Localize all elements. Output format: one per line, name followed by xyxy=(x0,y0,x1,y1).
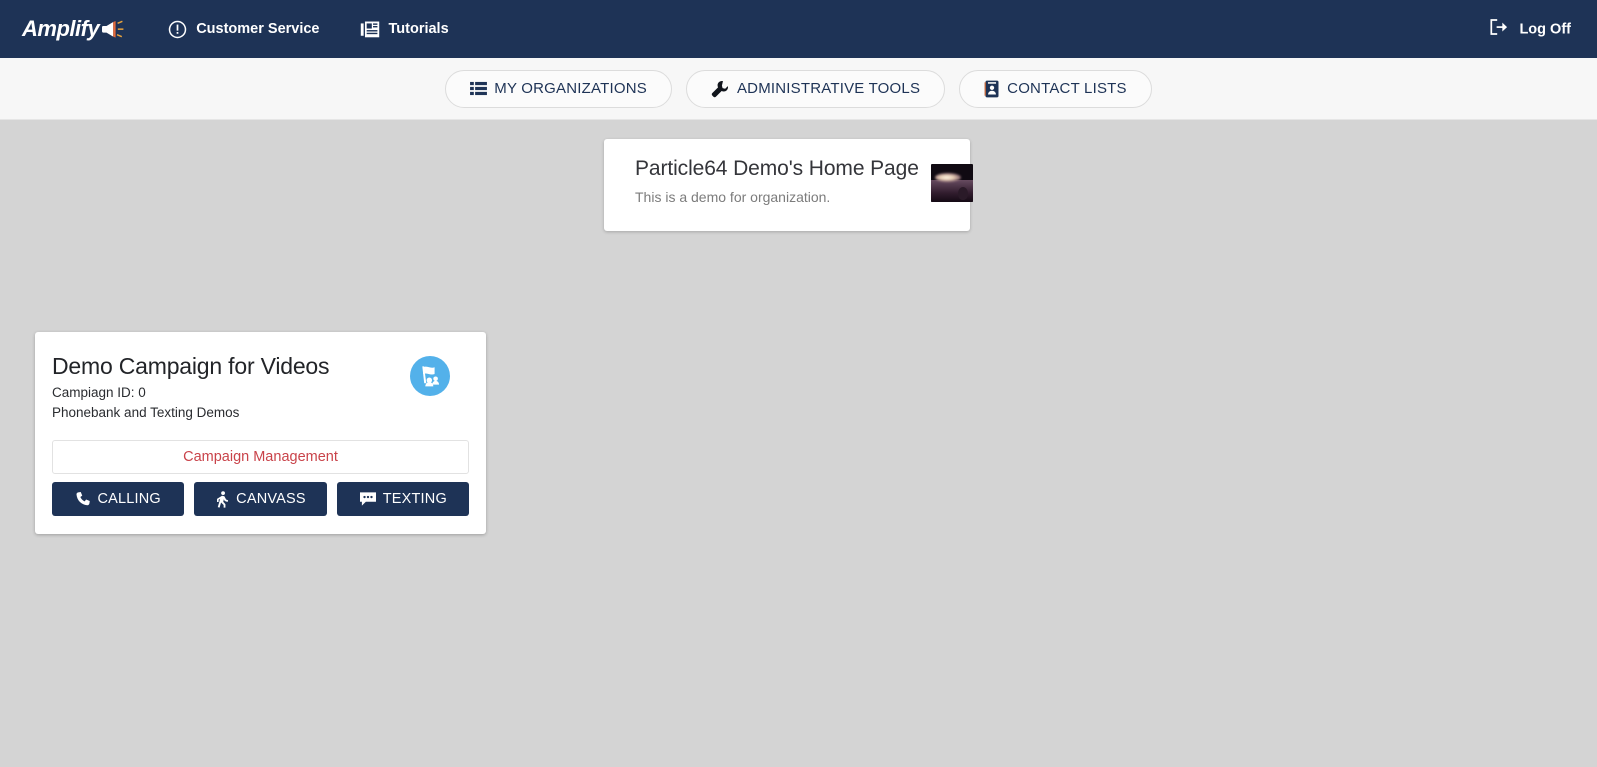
campaign-card-text: Demo Campaign for Videos Campiagn ID: 0 … xyxy=(52,352,330,420)
secondary-navigation: MY ORGANIZATIONS ADMINISTRATIVE TOOLS CO… xyxy=(0,58,1597,120)
organization-title: Particle64 Demo's Home Page xyxy=(635,157,919,180)
logoff-button[interactable]: Log Off xyxy=(1489,18,1571,41)
nav-label: CONTACT LISTS xyxy=(1007,80,1127,97)
topnav-tutorials[interactable]: Tutorials xyxy=(360,20,449,39)
topnav-customer-service[interactable]: Customer Service xyxy=(168,20,320,39)
logoff-label: Log Off xyxy=(1519,21,1571,37)
nav-contact-lists[interactable]: CONTACT LISTS xyxy=(959,69,1152,108)
action-label: CANVASS xyxy=(236,491,306,508)
campaign-management-button[interactable]: Campaign Management xyxy=(52,440,469,475)
campaign-title: Demo Campaign for Videos xyxy=(52,353,330,379)
organization-card[interactable]: Particle64 Demo's Home Page This is a de… xyxy=(604,139,973,231)
id-card-icon xyxy=(984,80,1000,98)
logo-text: Amplify xyxy=(22,16,100,41)
nav-my-organizations[interactable]: MY ORGANIZATIONS xyxy=(445,69,672,108)
canvass-button[interactable]: CANVASS xyxy=(194,482,327,517)
campaign-action-row: CALLING CANVASS TEXTING xyxy=(52,482,469,517)
action-label: CALLING xyxy=(97,491,161,508)
megaphone-icon xyxy=(100,19,126,39)
walking-person-icon xyxy=(215,491,230,508)
nav-label: MY ORGANIZATIONS xyxy=(494,80,647,97)
amplify-logo[interactable]: Amplify xyxy=(22,16,126,42)
campaign-description: Phonebank and Texting Demos xyxy=(52,404,240,420)
phone-icon xyxy=(75,491,91,507)
list-icon xyxy=(470,81,488,96)
main-content-area: Particle64 Demo's Home Page This is a de… xyxy=(0,120,1597,767)
calling-button[interactable]: CALLING xyxy=(52,482,185,517)
newspaper-icon xyxy=(360,20,380,39)
sign-out-icon xyxy=(1489,18,1509,41)
topnav-label: Customer Service xyxy=(196,21,320,37)
texting-button[interactable]: TEXTING xyxy=(336,482,469,517)
nav-label: ADMINISTRATIVE TOOLS xyxy=(736,80,921,97)
campaign-id: Campiagn ID: 0 xyxy=(52,384,146,400)
nav-administrative-tools[interactable]: ADMINISTRATIVE TOOLS xyxy=(685,69,946,108)
organization-thumbnail-image xyxy=(930,164,973,202)
exclamation-circle-icon xyxy=(168,20,187,39)
topnav-label: Tutorials xyxy=(388,21,449,37)
organization-description: This is a demo for organization. xyxy=(635,189,831,205)
campaign-flag-people-icon xyxy=(410,356,450,396)
top-header-bar: Amplify Customer Service Tutorials Log O… xyxy=(0,0,1597,58)
organization-card-text: Particle64 Demo's Home Page This is a de… xyxy=(635,157,919,205)
comment-dots-icon xyxy=(359,491,377,507)
campaign-card: Demo Campaign for Videos Campiagn ID: 0 … xyxy=(35,332,486,535)
action-label: TEXTING xyxy=(382,491,447,508)
campaign-card-header: Demo Campaign for Videos Campiagn ID: 0 … xyxy=(52,352,469,420)
wrench-icon xyxy=(711,80,730,98)
